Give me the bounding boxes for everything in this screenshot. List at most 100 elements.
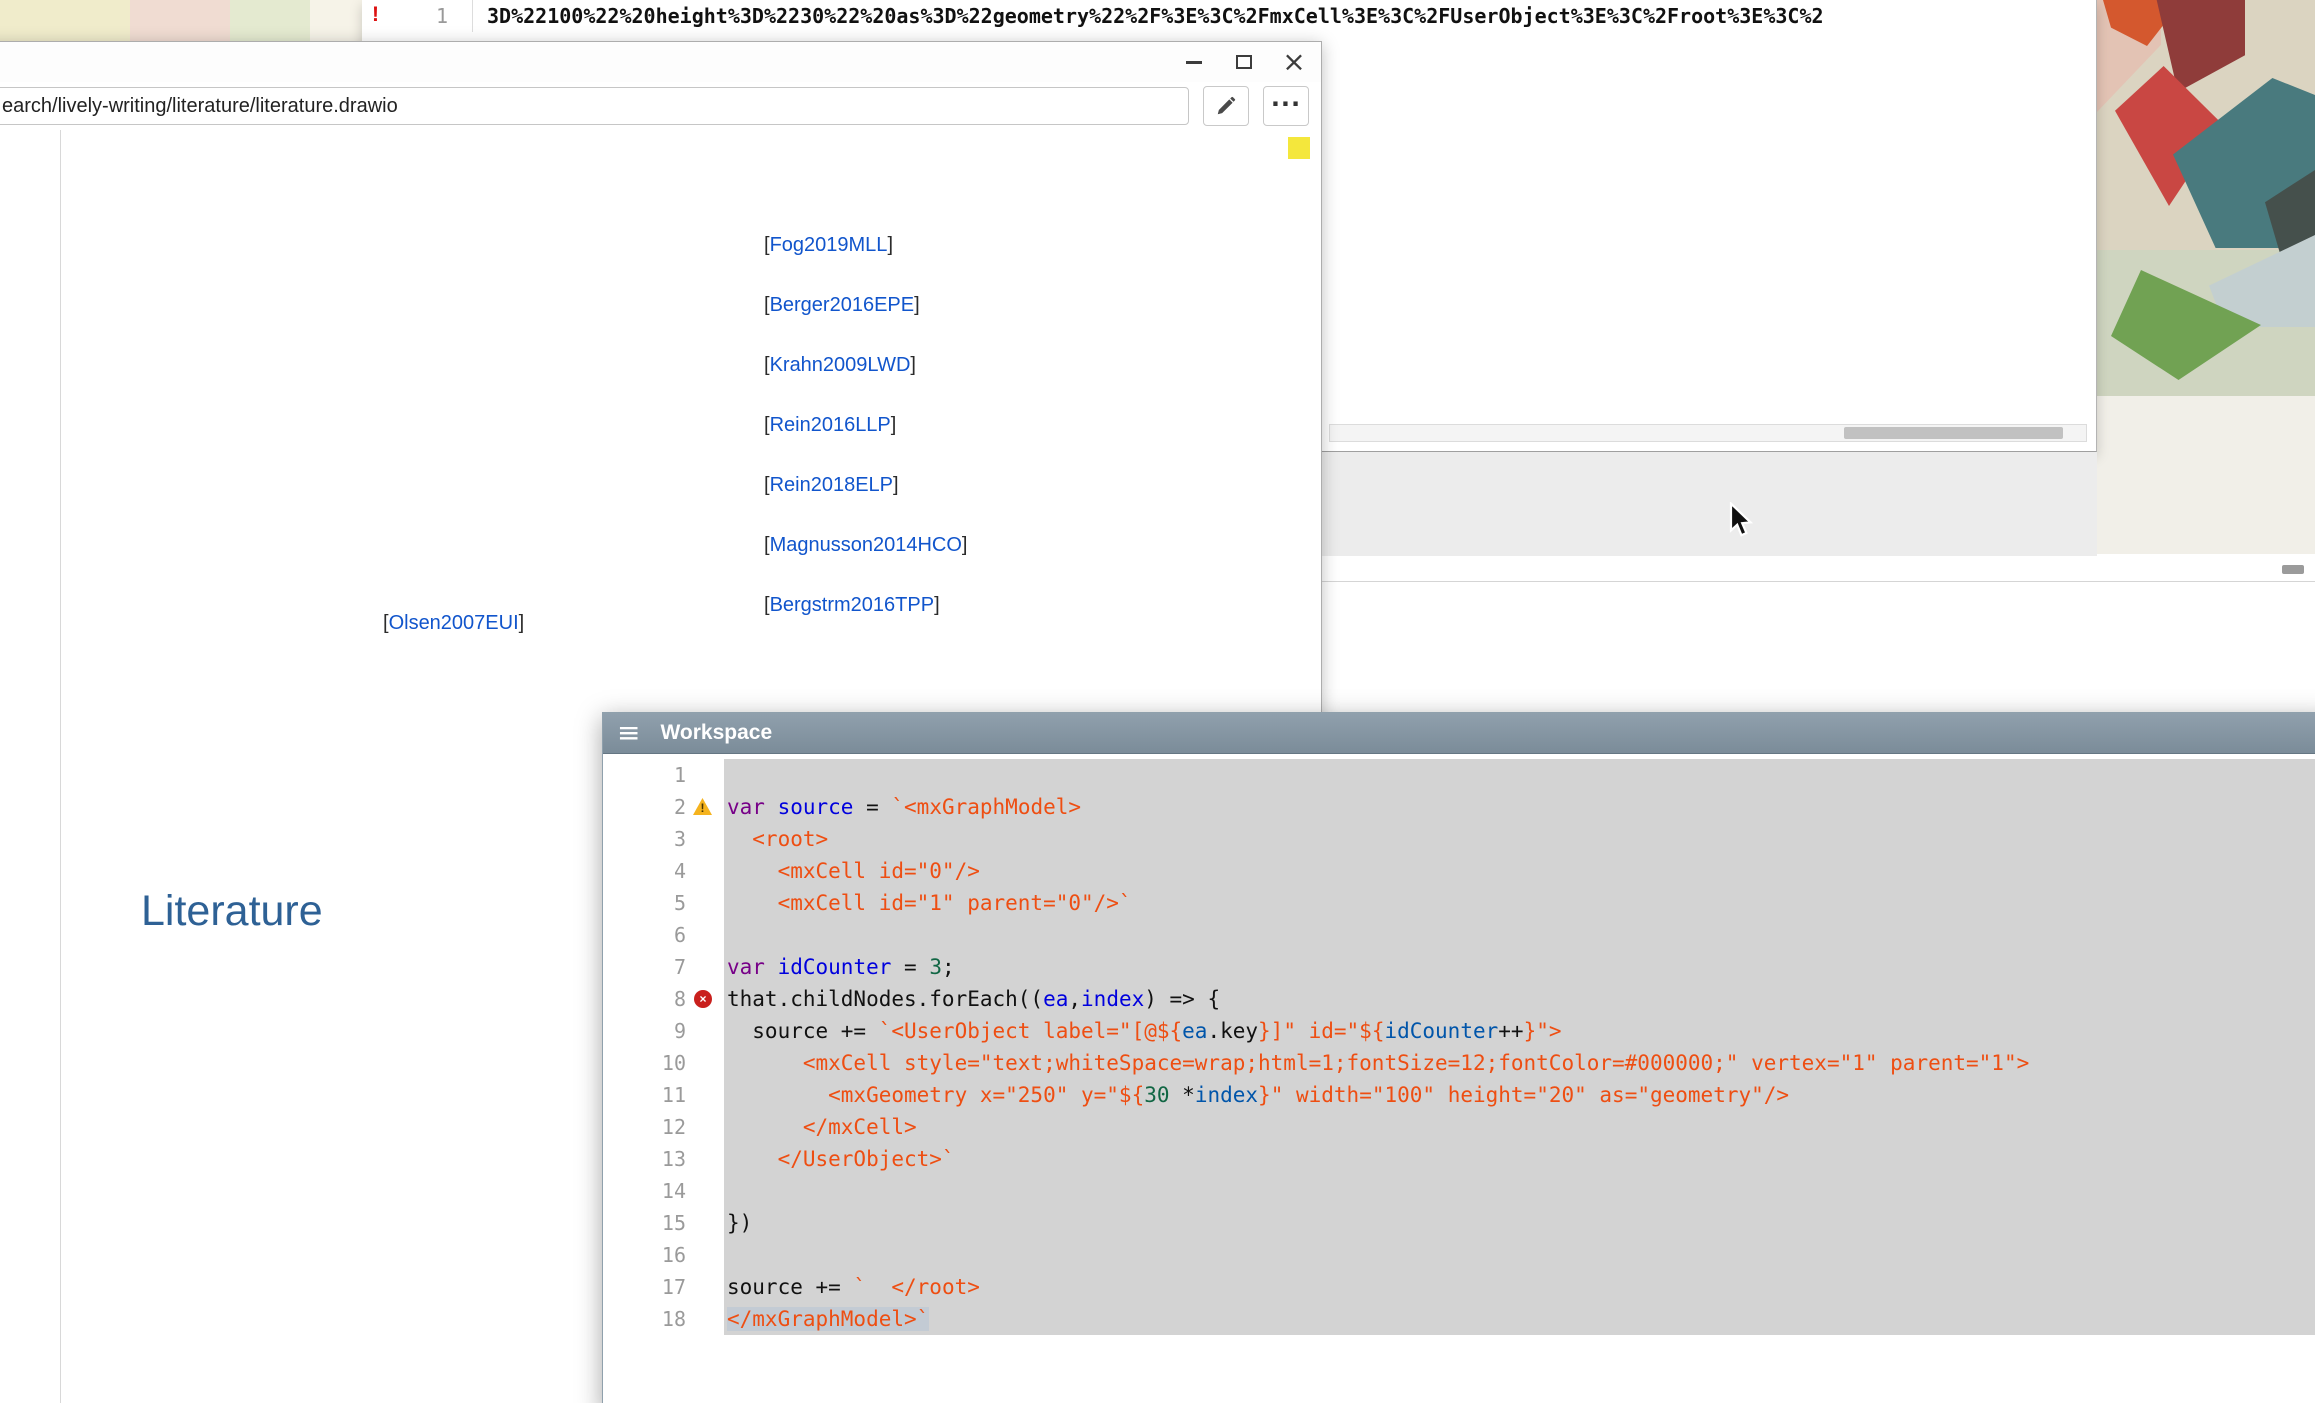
warning-icon: ! [693, 798, 712, 815]
line-number: 15 [603, 1207, 724, 1239]
code-line[interactable]: 3 <root> [603, 823, 2315, 855]
line-number: 7 [603, 951, 724, 983]
code-text: var idCounter = 3; [724, 951, 2315, 983]
code-line[interactable]: 10 <mxCell style="text;whiteSpace=wrap;h… [603, 1047, 2315, 1079]
code-text: var source = `<mxGraphModel> [724, 791, 2315, 823]
bracket: ] [934, 594, 940, 616]
citation-item[interactable]: [Berger2016EPE] [764, 294, 967, 354]
code-line[interactable]: 12 </mxCell> [603, 1111, 2315, 1143]
code-line[interactable]: 18</mxGraphModel>` [603, 1303, 2315, 1335]
code-line[interactable]: 9 source += `<UserObject label="[@${ea.k… [603, 1015, 2315, 1047]
citation-link[interactable]: Berger2016EPE [770, 294, 915, 316]
gutter-divider [472, 0, 473, 32]
edit-button[interactable] [1203, 86, 1249, 126]
more-button[interactable]: ··· [1263, 86, 1309, 126]
code-text: </mxGraphModel>` [724, 1303, 2315, 1335]
code-line[interactable]: 2!var source = `<mxGraphModel> [603, 791, 2315, 823]
citation-link[interactable]: Olsen2007EUI [389, 612, 519, 634]
lint-error-icon: ! [372, 3, 379, 27]
code-line[interactable]: 8×that.childNodes.forEach((ea,index) => … [603, 983, 2315, 1015]
selection-marker [1288, 137, 1310, 159]
menu-icon[interactable]: ≡ [617, 719, 640, 747]
line-number: 10 [603, 1047, 724, 1079]
pastel-block [0, 0, 130, 41]
code-line[interactable]: 17source += ` </root> [603, 1271, 2315, 1303]
citation-link[interactable]: Rein2018ELP [770, 474, 893, 496]
citation-link[interactable]: Rein2016LLP [770, 414, 891, 436]
error-icon: × [694, 990, 712, 1008]
bracket: ] [887, 234, 893, 256]
window-titlebar[interactable]: × [0, 42, 1321, 82]
maximize-icon [1236, 55, 1252, 69]
code-line[interactable]: 11 <mxGeometry x="250" y="${30 *index}" … [603, 1079, 2315, 1111]
scrollbar-thumb[interactable] [1844, 427, 2063, 439]
wallpaper-pattern [2097, 0, 2315, 554]
citation-link[interactable]: Fog2019MLL [770, 234, 888, 256]
citation-item[interactable]: [Bergstrm2016TPP] [764, 594, 967, 654]
encoded-code-text: 3D%22100%22%20height%3D%2230%22%20as%3D%… [487, 4, 2092, 28]
code-text: source += ` </root> [724, 1271, 2315, 1303]
code-line[interactable]: 1 [603, 759, 2315, 791]
workspace-window: ≡ Workspace 12!var source = `<mxGraphMod… [602, 712, 2315, 1403]
horizontal-scrollbar[interactable] [1329, 424, 2087, 442]
citation-item[interactable]: [Fog2019MLL] [764, 234, 967, 294]
line-number: 6 [603, 919, 724, 951]
code-line[interactable]: 15}) [603, 1207, 2315, 1239]
code-text: </mxCell> [724, 1111, 2315, 1143]
citation-link[interactable]: Bergstrm2016TPP [770, 594, 935, 616]
code-editor[interactable]: 12!var source = `<mxGraphModel>3 <root>4… [603, 754, 2315, 1403]
pastel-block [230, 0, 310, 41]
code-line[interactable]: 14 [603, 1175, 2315, 1207]
mouse-cursor [1728, 502, 1760, 538]
window-resize-handle[interactable] [2282, 565, 2304, 574]
code-line[interactable]: 5 <mxCell id="1" parent="0"/>` [603, 887, 2315, 919]
bracket: ] [519, 612, 525, 634]
desktop: ! 1 3D%22100%22%20height%3D%2230%22%20as… [0, 0, 2315, 1403]
citation-olsen[interactable]: [Olsen2007EUI] [383, 612, 524, 635]
close-icon: × [1282, 51, 1305, 73]
bracket: ] [910, 354, 916, 376]
line-number: 5 [603, 887, 724, 919]
diagram-heading: Literature [141, 887, 323, 936]
code-line[interactable]: 16 [603, 1239, 2315, 1271]
code-line[interactable]: 13 </UserObject>` [603, 1143, 2315, 1175]
maximize-button[interactable] [1233, 50, 1255, 74]
code-text: <mxCell id="1" parent="0"/>` [724, 887, 2315, 919]
minimize-button[interactable] [1183, 50, 1205, 74]
pattern-shape [2097, 396, 2315, 554]
line-number: 11 [603, 1079, 724, 1111]
pencil-icon [1215, 95, 1237, 117]
code-text: that.childNodes.forEach((ea,index) => { [724, 983, 2315, 1015]
more-icon: ··· [1271, 90, 1301, 118]
citation-link[interactable]: Magnusson2014HCO [770, 534, 962, 556]
code-line[interactable]: 7var idCounter = 3; [603, 951, 2315, 983]
line-number: 1 [420, 4, 448, 28]
citation-list: [Fog2019MLL][Berger2016EPE][Krahn2009LWD… [764, 234, 967, 654]
line-number: 17 [603, 1271, 724, 1303]
encoded-code-line[interactable]: ! 1 3D%22100%22%20height%3D%2230%22%20as… [362, 0, 2096, 34]
code-text: <mxGeometry x="250" y="${30 *index}" wid… [724, 1079, 2315, 1111]
code-text [724, 1175, 2315, 1207]
file-path-input[interactable] [0, 87, 1189, 125]
editor-rows: 12!var source = `<mxGraphModel>3 <root>4… [603, 754, 2315, 1335]
workspace-titlebar[interactable]: ≡ Workspace [603, 713, 2315, 754]
close-button[interactable]: × [1283, 50, 1305, 74]
citation-item[interactable]: [Rein2018ELP] [764, 474, 967, 534]
line-number: 9 [603, 1015, 724, 1047]
code-text: source += `<UserObject label="[@${ea.key… [724, 1015, 2315, 1047]
canvas-edge-line [60, 130, 61, 1403]
code-text: <mxCell style="text;whiteSpace=wrap;html… [724, 1047, 2315, 1079]
background-pattern-topleft [0, 0, 362, 41]
citation-link[interactable]: Krahn2009LWD [770, 354, 911, 376]
citation-item[interactable]: [Rein2016LLP] [764, 414, 967, 474]
citation-item[interactable]: [Krahn2009LWD] [764, 354, 967, 414]
window-gap-band [1321, 452, 2097, 556]
pastel-block [130, 0, 230, 41]
line-number: 12 [603, 1111, 724, 1143]
code-line[interactable]: 4 <mxCell id="0"/> [603, 855, 2315, 887]
citation-item[interactable]: [Magnusson2014HCO] [764, 534, 967, 594]
bracket: ] [914, 294, 920, 316]
code-line[interactable]: 6 [603, 919, 2315, 951]
line-number: 2! [603, 791, 724, 823]
line-number: 14 [603, 1175, 724, 1207]
